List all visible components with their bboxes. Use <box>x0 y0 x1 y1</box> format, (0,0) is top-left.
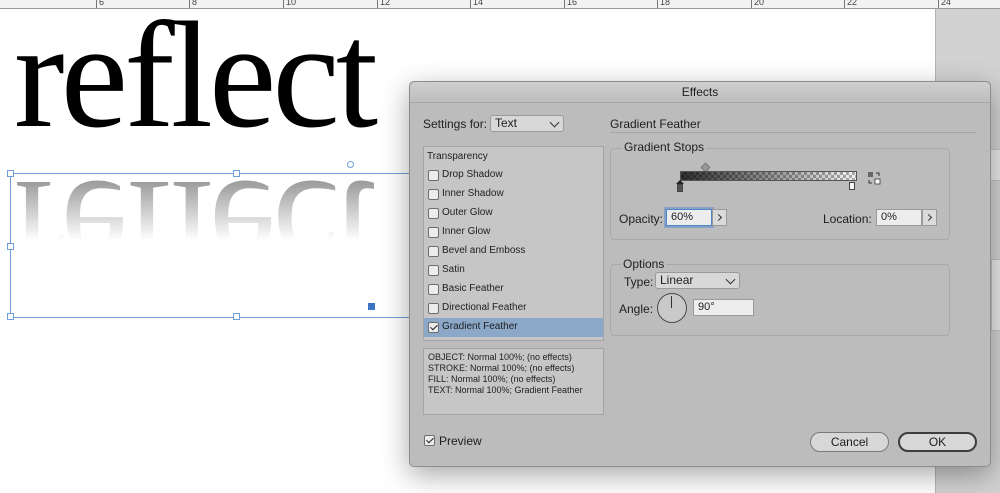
settings-for-label: Settings for: <box>423 117 488 131</box>
options-title: Options <box>621 257 667 271</box>
effects-list: Transparency Drop Shadow Inner Shadow Ou… <box>423 146 604 341</box>
effect-row-directional-feather[interactable]: Directional Feather <box>424 299 603 318</box>
checkmark-icon <box>426 435 434 444</box>
effect-label: Inner Glow <box>442 226 491 237</box>
ruler-tick <box>938 0 939 8</box>
ruler-tick <box>657 0 658 8</box>
cancel-button[interactable]: Cancel <box>810 432 889 452</box>
effect-row-gradient-feather[interactable]: Gradient Feather <box>424 318 603 337</box>
opacity-label: Opacity: <box>619 212 664 226</box>
reflect-text[interactable]: reflect <box>14 0 378 151</box>
effects-dialog: Effects Settings for: Text Gradient Feat… <box>409 81 991 467</box>
selection-handle[interactable] <box>233 313 240 320</box>
ruler-label: 22 <box>847 0 858 7</box>
reverse-gradient-icon[interactable] <box>867 171 881 185</box>
checkbox[interactable] <box>428 189 439 200</box>
chevron-down-icon <box>549 117 560 128</box>
type-value: Linear <box>660 273 694 287</box>
location-label: Location: <box>823 212 872 226</box>
gradient-stop-start[interactable] <box>677 184 683 192</box>
gradient-ramp[interactable] <box>680 171 857 181</box>
selection-handle[interactable] <box>7 170 14 177</box>
dialog-titlebar[interactable]: Effects <box>410 82 990 103</box>
effect-label: Basic Feather <box>442 283 504 294</box>
ruler-label: 16 <box>567 0 578 7</box>
summary-line: TEXT: Normal 100%; Gradient Feather <box>428 385 583 395</box>
chevron-right-icon <box>924 213 933 222</box>
checkbox[interactable] <box>428 265 439 276</box>
effect-row-inner-glow[interactable]: Inner Glow <box>424 223 603 242</box>
type-select[interactable]: Linear <box>655 272 740 289</box>
settings-for-select[interactable]: Text <box>490 115 564 132</box>
ruler-tick <box>470 0 471 8</box>
effect-row-drop-shadow[interactable]: Drop Shadow <box>424 166 603 185</box>
summary-line: OBJECT: Normal 100%; (no effects) <box>428 352 572 362</box>
checkbox[interactable] <box>428 246 439 257</box>
location-field[interactable]: 0% <box>876 209 922 226</box>
location-stepper-button[interactable] <box>922 209 937 226</box>
angle-field[interactable]: 90° <box>693 299 754 316</box>
ruler-tick <box>751 0 752 8</box>
dialog-title: Effects <box>681 85 719 99</box>
checkbox[interactable] <box>428 284 439 295</box>
settings-for-value: Text <box>495 116 518 130</box>
checkbox[interactable] <box>428 227 439 238</box>
ruler-tick <box>844 0 845 8</box>
checkbox-checked[interactable] <box>428 322 439 333</box>
effect-label: Inner Shadow <box>442 188 504 199</box>
effect-row-inner-shadow[interactable]: Inner Shadow <box>424 185 603 204</box>
summary-line: STROKE: Normal 100%; (no effects) <box>428 363 575 373</box>
opacity-stepper-button[interactable] <box>712 209 727 226</box>
out-port-handle[interactable] <box>368 303 375 310</box>
text-frame-selection[interactable] <box>10 173 437 318</box>
effect-row-satin[interactable]: Satin <box>424 261 603 280</box>
gradient-stops-title: Gradient Stops <box>622 140 707 154</box>
preview-checkbox[interactable] <box>424 435 435 446</box>
selection-handle[interactable] <box>7 313 14 320</box>
summary-line: FILL: Normal 100%; (no effects) <box>428 374 556 384</box>
ruler-label: 24 <box>941 0 952 7</box>
effect-row-outer-glow[interactable]: Outer Glow <box>424 204 603 223</box>
ruler-tick <box>564 0 565 8</box>
list-header-transparency[interactable]: Transparency <box>427 151 488 162</box>
side-panel-tab[interactable] <box>991 259 1000 331</box>
section-title: Gradient Feather <box>610 117 701 131</box>
effect-row-bevel-emboss[interactable]: Bevel and Emboss <box>424 242 603 261</box>
chevron-down-icon <box>725 274 736 285</box>
effect-label: Bevel and Emboss <box>442 245 526 256</box>
effect-label: Satin <box>442 264 465 275</box>
opacity-field[interactable]: 60% <box>666 209 712 226</box>
checkbox[interactable] <box>428 208 439 219</box>
angle-needle <box>671 296 673 308</box>
ok-button[interactable]: OK <box>898 432 977 452</box>
preview-label: Preview <box>439 434 482 448</box>
effects-summary: OBJECT: Normal 100%; (no effects) STROKE… <box>423 348 604 415</box>
selection-handle[interactable] <box>7 243 14 250</box>
angle-label: Angle: <box>619 302 654 316</box>
effect-label: Drop Shadow <box>442 169 503 180</box>
ruler-label: 12 <box>380 0 391 7</box>
effect-label: Outer Glow <box>442 207 493 218</box>
gradient-stops-group <box>610 148 950 240</box>
ruler-label: 14 <box>473 0 484 7</box>
gradient-stop-end[interactable] <box>849 182 855 190</box>
in-port-handle[interactable] <box>347 161 354 168</box>
type-label: Type: <box>624 275 654 289</box>
selection-handle[interactable] <box>233 170 240 177</box>
angle-dial[interactable] <box>657 293 687 323</box>
ruler-label: 18 <box>660 0 671 7</box>
checkmark-icon <box>430 322 438 331</box>
ruler-label: 20 <box>754 0 765 7</box>
chevron-right-icon <box>714 213 723 222</box>
checkbox[interactable] <box>428 303 439 314</box>
effect-row-basic-feather[interactable]: Basic Feather <box>424 280 603 299</box>
effect-label: Directional Feather <box>442 302 527 313</box>
effect-label: Gradient Feather <box>442 321 518 332</box>
ruler-tick <box>377 0 378 8</box>
checkbox[interactable] <box>428 170 439 181</box>
section-divider <box>610 132 976 133</box>
